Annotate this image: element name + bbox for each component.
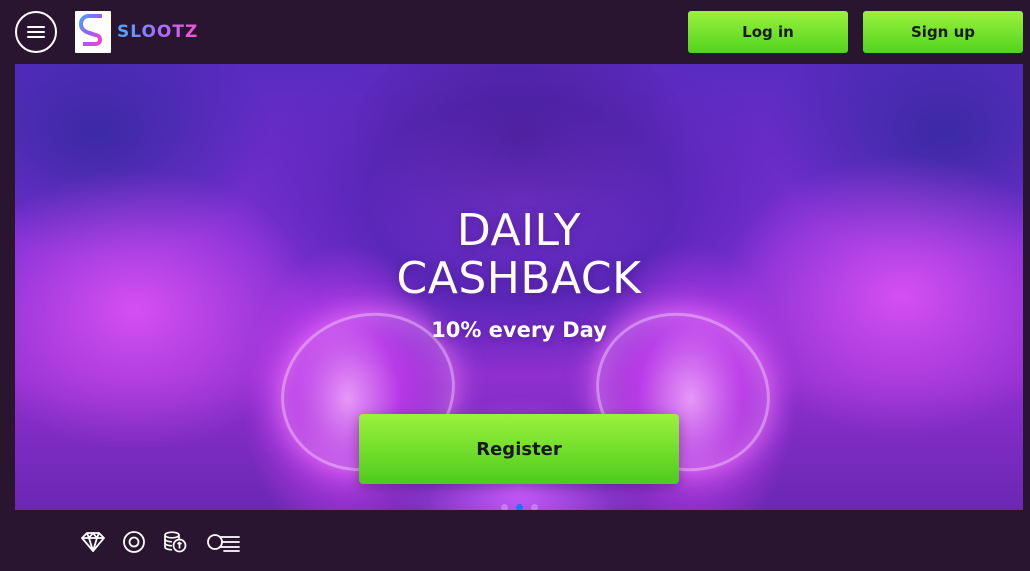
menu-bar — [27, 31, 45, 33]
diamond-icon[interactable] — [80, 530, 106, 554]
category-bar — [0, 510, 1030, 571]
menu-bar — [27, 36, 45, 38]
menu-bar — [27, 26, 45, 28]
target-icon[interactable] — [121, 530, 147, 554]
site-logo[interactable]: SLOOTZ — [75, 11, 198, 53]
coin-stack-icon[interactable] — [162, 530, 188, 554]
hero-title-line-1: DAILY — [456, 205, 582, 256]
register-button[interactable]: Register — [359, 414, 679, 484]
hero-subtitle: 10% every Day — [431, 318, 607, 342]
hero-title: DAILY CASHBACK — [15, 207, 1023, 303]
signup-button[interactable]: Sign up — [863, 11, 1023, 53]
top-header: SLOOTZ Log in Sign up — [0, 0, 1030, 64]
logo-mark-icon — [75, 11, 111, 53]
hamburger-menu-icon[interactable] — [15, 11, 57, 53]
hero-banner[interactable]: DAILY CASHBACK 10% every Day Register — [15, 64, 1023, 510]
list-icon[interactable] — [206, 530, 242, 554]
logo-text: SLOOTZ — [117, 22, 199, 42]
login-button[interactable]: Log in — [688, 11, 848, 53]
hero-title-line-2: CASHBACK — [396, 253, 642, 304]
